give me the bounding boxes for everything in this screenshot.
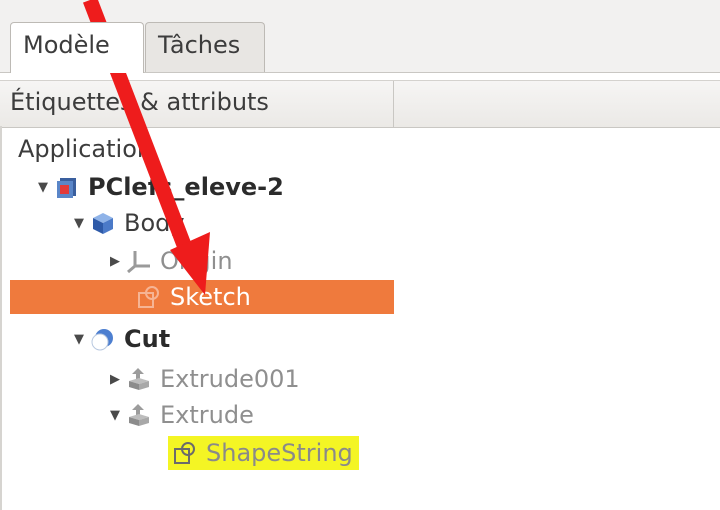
column-header-label: Étiquettes & attributs — [10, 88, 269, 116]
tree-item-label: ShapeString — [206, 439, 353, 467]
tree-left-border — [0, 126, 2, 510]
expand-arrow-down-icon[interactable]: ▼ — [32, 180, 54, 195]
tree-item-label: PClefs_eleve-2 — [88, 173, 284, 201]
tree-item-application[interactable]: Application — [18, 132, 152, 166]
cut-icon — [90, 326, 116, 352]
tab-taches[interactable]: Tâches — [145, 22, 265, 72]
body-icon — [90, 210, 116, 236]
tree-item-sketch[interactable]: Sketch — [10, 280, 394, 314]
tree-item-shapestring[interactable]: ShapeString — [168, 436, 359, 470]
column-header-labels[interactable]: Étiquettes & attributs — [0, 81, 394, 127]
tree-item-origin[interactable]: ▶ Origin — [104, 244, 233, 278]
tree-item-label: Extrude — [160, 401, 254, 429]
tree-item-extrude001[interactable]: ▶ Extrude001 — [104, 362, 300, 396]
expand-arrow-right-icon[interactable]: ▶ — [104, 254, 126, 269]
tab-modele-label: Modèle — [23, 31, 110, 59]
tree-item-label: Body — [124, 209, 185, 237]
expand-arrow-right-icon[interactable]: ▶ — [104, 372, 126, 387]
expand-arrow-down-icon[interactable]: ▼ — [68, 216, 90, 231]
tree-item-extrude[interactable]: ▼ Extrude — [104, 398, 254, 432]
tree-item-body[interactable]: ▼ Body — [68, 206, 185, 240]
tree-item-label: Cut — [124, 325, 171, 353]
shapestring-icon — [172, 440, 198, 466]
window-top-strip — [0, 0, 720, 8]
origin-icon — [126, 248, 152, 274]
tab-bar: Modèle Tâches — [0, 8, 720, 73]
tree-item-label: Origin — [160, 247, 233, 275]
tree-item-label: Extrude001 — [160, 365, 300, 393]
tab-taches-label: Tâches — [158, 31, 241, 59]
tab-modele[interactable]: Modèle — [10, 22, 144, 73]
tree-item-label: Sketch — [170, 283, 251, 311]
tree-item-cut[interactable]: ▼ Cut — [68, 322, 170, 356]
tree-view-panel: Modèle Tâches Étiquettes & attributs App… — [0, 0, 720, 510]
tree-item-label: Application — [18, 135, 153, 163]
document-icon — [54, 174, 80, 200]
tree-header: Étiquettes & attributs — [0, 80, 720, 128]
sketch-icon — [136, 284, 162, 310]
tree-item-document[interactable]: ▼ PClefs_eleve-2 — [32, 170, 284, 204]
expand-arrow-down-icon[interactable]: ▼ — [104, 408, 126, 423]
highlight-box: ShapeString — [168, 436, 359, 470]
extrude-icon — [126, 366, 152, 392]
extrude-icon — [126, 402, 152, 428]
expand-arrow-down-icon[interactable]: ▼ — [68, 332, 90, 347]
